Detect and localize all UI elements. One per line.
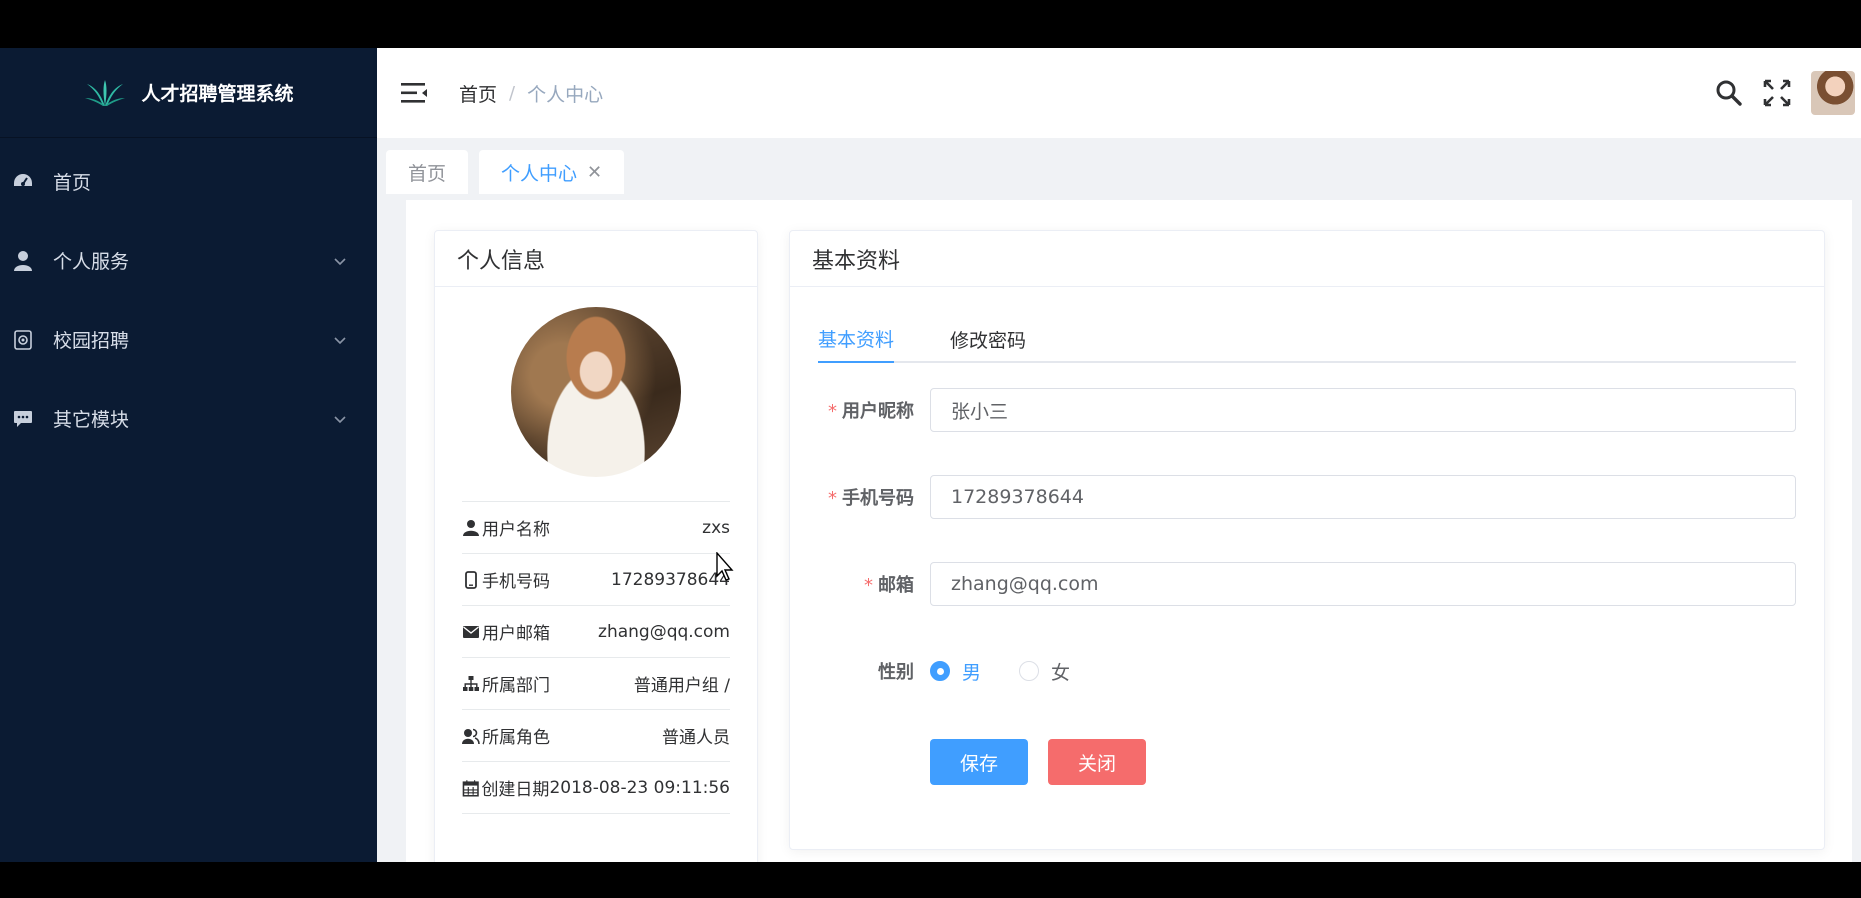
- peoples-icon: [462, 728, 480, 744]
- info-label: 用户名称: [482, 520, 550, 540]
- info-label: 创建日期: [481, 780, 550, 800]
- calendar-icon: [462, 779, 479, 797]
- sidebar-item-other-modules[interactable]: 其它模块: [0, 379, 377, 458]
- save-button[interactable]: 保存: [930, 739, 1029, 785]
- sidebar-item-personal-service[interactable]: 个人服务: [0, 221, 377, 300]
- sidebar-item-label: 首页: [53, 172, 92, 194]
- form-row-nickname: * 用户昵称: [790, 388, 1796, 432]
- phone-label-text: 手机号码: [842, 488, 914, 509]
- sidebar-item-label: 校园招聘: [53, 330, 130, 352]
- gender-label: 性别: [878, 662, 914, 683]
- info-value: 2018-08-23 09:11:56: [549, 777, 730, 798]
- profile-avatar[interactable]: [511, 307, 681, 477]
- sidebar-item-campus-recruit[interactable]: 校园招聘: [0, 300, 377, 379]
- form-row-gender: 性别 男 女: [790, 649, 1108, 693]
- form-row-email: * 邮箱: [790, 562, 1796, 606]
- mouse-cursor-icon: [716, 552, 734, 581]
- info-row-department: 所属部门 普通用户组 /: [462, 658, 730, 710]
- info-value: zhang@qq.com: [598, 621, 730, 642]
- profile-card: 个人信息 用户名称 zxs 手机号码 17289378644 用户邮箱 zhan…: [434, 230, 758, 862]
- breadcrumb-current: 个人中心: [527, 83, 604, 106]
- info-value: 普通人员: [662, 728, 730, 748]
- info-row-created: 创建日期 2018-08-23 09:11:56: [462, 762, 730, 814]
- fullscreen-icon[interactable]: [1763, 79, 1791, 107]
- info-row-role: 所属角色 普通人员: [462, 710, 730, 762]
- form-actions: 保存 关闭: [930, 739, 1166, 785]
- mail-icon: [463, 625, 479, 638]
- info-value: zxs: [702, 517, 730, 538]
- email-label: * 邮箱: [790, 571, 930, 597]
- search-icon[interactable]: [1715, 79, 1743, 107]
- chevron-down-icon: [334, 336, 346, 344]
- required-mark: *: [828, 488, 837, 509]
- required-mark: *: [864, 575, 873, 596]
- app-window: 人才招聘管理系统 首页 个人服务 校园招聘 其它模块 首页 / 个人中心 首页 …: [0, 48, 1861, 862]
- sidebar: 人才招聘管理系统 首页 个人服务 校园招聘 其它模块: [0, 48, 377, 862]
- info-row-email: 用户邮箱 zhang@qq.com: [462, 606, 730, 658]
- info-row-username: 用户名称 zxs: [462, 502, 730, 554]
- sidebar-item-label: 个人服务: [53, 251, 130, 273]
- tab-basic-info[interactable]: 基本资料: [818, 315, 895, 363]
- campus-icon: [12, 329, 34, 351]
- user-icon: [12, 250, 34, 272]
- profile-tabs: 基本资料 修改密码: [818, 315, 1796, 363]
- phone-input[interactable]: [930, 475, 1796, 519]
- top-navbar: 首页 / 个人中心: [377, 48, 1861, 138]
- radio-label: 男: [962, 661, 982, 684]
- main-content: 个人信息 用户名称 zxs 手机号码 17289378644 用户邮箱 zhan…: [406, 200, 1852, 862]
- phone-label: * 手机号码: [790, 484, 930, 510]
- hamburger-icon[interactable]: [401, 81, 429, 105]
- user-icon: [463, 519, 479, 536]
- gender-radio-male[interactable]: 男: [930, 658, 981, 685]
- leaf-logo-icon: [85, 79, 126, 106]
- info-label: 所属角色: [482, 728, 550, 748]
- breadcrumb: 首页 / 个人中心: [459, 80, 603, 107]
- dashboard-icon: [12, 171, 34, 193]
- info-row-phone: 手机号码 17289378644: [462, 554, 730, 606]
- tag-home[interactable]: 首页: [386, 150, 469, 194]
- basic-card-title: 基本资料: [790, 231, 1824, 287]
- nickname-label: * 用户昵称: [790, 397, 930, 423]
- radio-checked-icon: [930, 661, 950, 681]
- gender-radio-female[interactable]: 女: [1019, 658, 1070, 685]
- email-input[interactable]: [930, 562, 1796, 606]
- basic-info-card: 基本资料 基本资料 修改密码 *用户昵称 *手机号码 *邮箱 性别: [789, 230, 1825, 850]
- close-icon[interactable]: ✕: [587, 162, 602, 183]
- profile-card-title: 个人信息: [435, 231, 757, 287]
- tags-view: 首页 个人中心 ✕: [377, 138, 1861, 194]
- user-avatar[interactable]: [1811, 71, 1855, 115]
- header-actions: [1715, 71, 1855, 115]
- radio-unchecked-icon: [1019, 661, 1040, 681]
- form-row-phone: * 手机号码: [790, 475, 1796, 519]
- chevron-down-icon: [334, 257, 346, 265]
- tag-label: 首页: [408, 162, 447, 185]
- logo: 人才招聘管理系统: [0, 48, 377, 138]
- info-label: 用户邮箱: [482, 624, 550, 644]
- info-label: 所属部门: [482, 676, 550, 696]
- info-value: 17289378644: [611, 569, 730, 590]
- app-title: 人才招聘管理系统: [141, 83, 294, 105]
- required-mark: *: [828, 401, 837, 422]
- tag-label: 个人中心: [501, 162, 578, 185]
- radio-label: 女: [1051, 661, 1071, 684]
- chat-icon: [12, 408, 34, 430]
- sidebar-item-label: 其它模块: [53, 409, 130, 431]
- breadcrumb-separator: /: [509, 82, 516, 104]
- sidebar-menu: 首页 个人服务 校园招聘 其它模块: [0, 138, 377, 458]
- breadcrumb-home[interactable]: 首页: [459, 80, 497, 107]
- org-tree-icon: [463, 675, 479, 691]
- info-value: 普通用户组 /: [633, 676, 730, 696]
- profile-info-list: 用户名称 zxs 手机号码 17289378644 用户邮箱 zhang@qq.…: [462, 501, 730, 814]
- close-button[interactable]: 关闭: [1048, 739, 1147, 785]
- info-label: 手机号码: [482, 572, 550, 592]
- chevron-down-icon: [334, 415, 346, 423]
- tab-change-password[interactable]: 修改密码: [950, 315, 1026, 363]
- nickname-label-text: 用户昵称: [842, 401, 914, 422]
- email-label-text: 邮箱: [878, 575, 914, 596]
- nickname-input[interactable]: [930, 388, 1796, 432]
- sidebar-item-home[interactable]: 首页: [0, 142, 377, 221]
- phone-icon: [465, 570, 477, 589]
- tag-personal-center[interactable]: 个人中心 ✕: [479, 150, 625, 194]
